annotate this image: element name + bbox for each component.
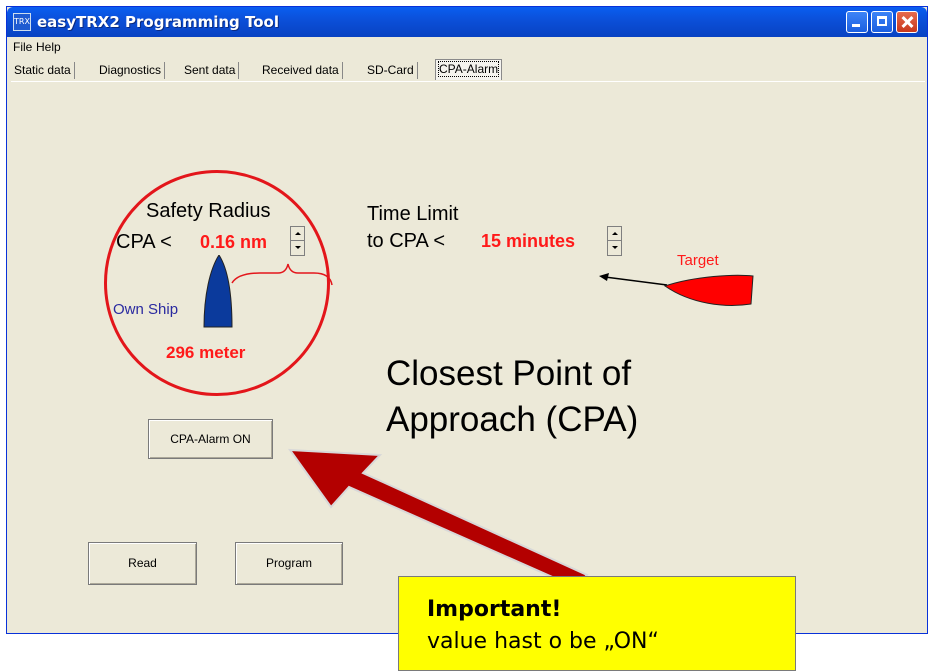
time-spin-up-icon[interactable]	[608, 227, 621, 241]
cpa-value: 0.16 nm	[200, 232, 268, 252]
tab-cpa-alarm[interactable]: CPA-Alarm	[435, 59, 503, 80]
target-diagram	[599, 273, 754, 306]
read-button[interactable]: Read	[88, 542, 197, 585]
cpa-spinner[interactable]	[290, 226, 305, 256]
cpa-alarm-toggle-button[interactable]: CPA-Alarm ON	[148, 419, 273, 459]
close-button[interactable]	[896, 11, 918, 33]
window-title: easyTRX2 Programming Tool	[37, 13, 279, 31]
time-spinner[interactable]	[607, 226, 622, 256]
callout-title: Important!	[427, 597, 562, 622]
minimize-button[interactable]	[846, 11, 868, 33]
cpa-spin-up-icon[interactable]	[291, 227, 304, 241]
cpa-title-line1: Closest Point of	[386, 354, 632, 393]
meter-value: 296 meter	[166, 343, 246, 362]
title-bar[interactable]: TRX easyTRX2 Programming Tool	[7, 7, 927, 37]
time-spin-down-icon[interactable]	[608, 241, 621, 255]
target-heading-line	[604, 276, 668, 286]
target-label: Target	[677, 252, 719, 269]
tab-received-data[interactable]: Received data	[259, 62, 343, 79]
target-ship-icon	[663, 274, 754, 306]
menu-bar: File Help	[7, 37, 927, 56]
cpa-prefix-label: CPA <	[116, 231, 172, 253]
to-cpa-prefix-label: to CPA <	[367, 230, 446, 252]
ship-diagram	[203, 255, 333, 328]
annotation-arrow-icon	[287, 448, 589, 589]
app-icon: TRX	[13, 13, 31, 31]
annotation-arrow	[287, 448, 589, 589]
radius-brace-icon	[231, 263, 333, 286]
menu-help[interactable]: Help	[36, 40, 61, 54]
menu-file[interactable]: File	[13, 40, 32, 54]
time-value: 15 minutes	[481, 231, 576, 251]
tab-divider	[11, 81, 925, 82]
tab-sent-data[interactable]: Sent data	[181, 62, 240, 79]
maximize-button[interactable]	[871, 11, 893, 33]
tab-static-data[interactable]: Static data	[11, 62, 75, 79]
own-ship-label: Own Ship	[113, 301, 179, 318]
safety-radius-label: Safety Radius	[146, 200, 271, 222]
time-limit-label: Time Limit	[367, 203, 459, 225]
important-callout: Important! value hast o be „ON“	[398, 576, 796, 671]
tab-cpa-alarm-label: CPA-Alarm	[437, 61, 500, 77]
target-arrowhead-icon	[599, 273, 609, 281]
tab-sd-card[interactable]: SD-Card	[364, 62, 418, 79]
tab-diagnostics[interactable]: Diagnostics	[96, 62, 166, 79]
cpa-title-line2: Approach (CPA)	[386, 400, 639, 439]
callout-text: value hast o be „ON“	[427, 629, 659, 654]
own-ship-icon	[203, 255, 233, 328]
cpa-spin-down-icon[interactable]	[291, 241, 304, 255]
